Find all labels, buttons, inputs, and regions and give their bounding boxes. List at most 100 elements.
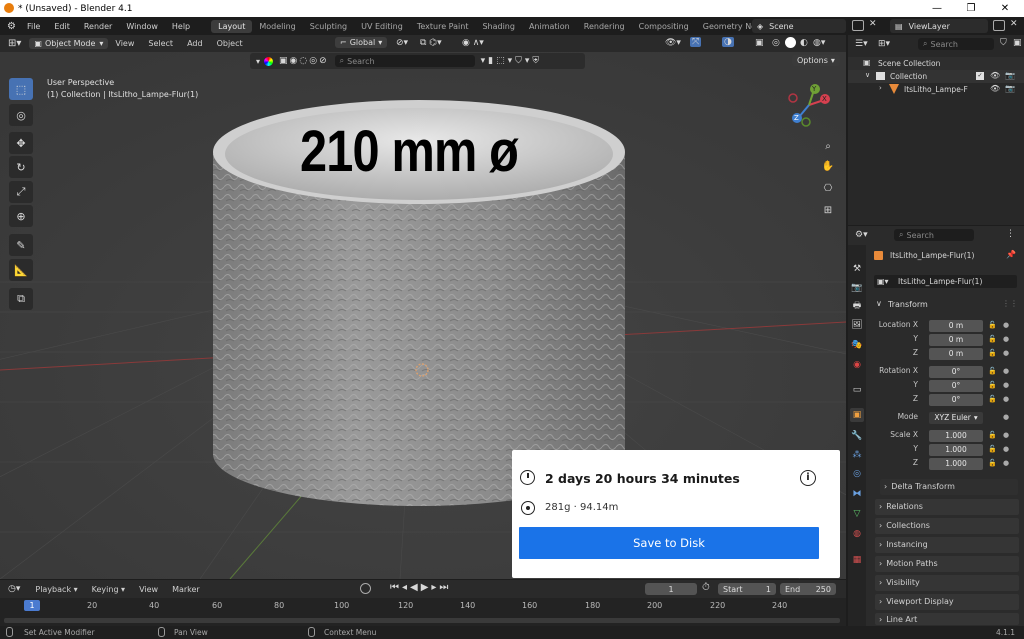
tab-texture-paint[interactable]: Texture Paint [410,20,476,33]
timeline-editor-icon[interactable]: ◷▾ [8,584,20,594]
object-mode-dropdown[interactable]: ▣ Object Mode ▾ [29,38,109,49]
camera-icon[interactable]: 📷 [1005,71,1015,80]
physics-tab-icon[interactable]: ◎ [850,467,864,481]
viewport-display-panel[interactable]: › Viewport Display [875,594,1019,610]
keyframe-dot-icon[interactable]: ● [1003,445,1009,453]
properties-editor-icon[interactable]: ⚙▾ [855,230,868,240]
tab-animation[interactable]: Animation [522,20,577,33]
expand-right-icon[interactable]: › [879,84,882,92]
keyframe-dot-icon[interactable]: ● [1003,459,1009,467]
keyframe-dot-icon[interactable]: ● [1003,321,1009,329]
filter-icons[interactable]: ▾▮⬚▾⛉▾⛨ [481,56,543,66]
editor-type-icon[interactable]: ⊞▾ [8,38,21,49]
motion-paths-panel[interactable]: › Motion Paths [875,556,1019,572]
delta-transform-subpanel[interactable]: › Delta Transform [880,479,1018,495]
scene-close-icon[interactable]: ✕ [869,19,877,29]
rotation-y-field[interactable]: 0° [929,380,983,392]
subheader-search-input[interactable]: ⌕ Search [334,55,475,67]
camera-view-button[interactable]: ⎔ [818,180,838,198]
menu-render[interactable]: Render [77,22,119,31]
record-icon[interactable] [360,583,371,594]
outliner-editor-icon[interactable]: ☰▾ [855,39,868,49]
outliner-row-collection[interactable]: ∨ Collection ✓ 👁 📷 [848,70,1024,83]
lock-icon[interactable]: 🔓 [988,381,997,390]
visibility-icon[interactable]: 👁▾ [665,38,681,48]
keyframe-dot-icon[interactable]: ● [1003,431,1009,439]
outliner-funnel-icon[interactable]: ⛉ [1000,38,1007,48]
transform-tool[interactable]: ⊕ [9,205,33,227]
scene-selector[interactable]: ◈ Scene [752,19,846,33]
viewlayer-selector[interactable]: ▤ ViewLayer [890,19,988,33]
zoom-view-button[interactable]: ⌕ [818,138,838,156]
save-to-disk-button[interactable]: Save to Disk [519,527,819,559]
stopwatch-icon[interactable]: ⏱ [702,582,710,593]
drag-handle-icon[interactable]: ⋮⋮ [1002,299,1018,308]
tool-tab-icon[interactable]: ⚒ [850,262,864,276]
shading-wireframe-icon[interactable]: ◎ [772,38,780,48]
minimize-button[interactable]: — [920,0,954,17]
checkbox-icon[interactable]: ✓ [976,72,984,80]
ortho-toggle-button[interactable]: ⊞ [818,202,838,220]
select-box-tool[interactable]: ⬚ [9,78,33,100]
outliner-search-input[interactable]: ⌕ Search [918,38,994,50]
instancing-panel[interactable]: › Instancing [875,537,1019,553]
scale-x-field[interactable]: 1.000 [929,430,983,442]
menu-object[interactable]: Object [210,39,250,48]
tab-shading[interactable]: Shading [475,20,522,33]
shading-solid-icon[interactable] [785,37,796,48]
blender-menu-icon[interactable]: ⚙ [7,21,16,32]
info-icon[interactable]: i [800,470,816,486]
constraints-tab-icon[interactable]: ⧓ [850,487,864,501]
color-wheel-icon[interactable] [264,56,274,66]
current-frame-field[interactable]: 1 [645,583,697,595]
move-tool[interactable]: ✥ [9,132,33,154]
menu-view[interactable]: View [108,39,141,48]
collections-panel[interactable]: › Collections [875,518,1019,534]
chevron-down-icon[interactable]: ▾ [256,57,260,66]
keyframe-dot-icon[interactable]: ● [1003,349,1009,357]
properties-search-input[interactable]: ⌕ Search [894,229,974,241]
outliner-new-collection-icon[interactable]: ▣ [1013,38,1022,48]
rotation-mode-dropdown[interactable]: XYZ Euler ▾ [929,412,983,424]
expand-down-icon[interactable]: ∨ [865,71,870,79]
start-frame-field[interactable]: Start 1 [718,583,776,595]
tab-uv-editing[interactable]: UV Editing [354,20,410,33]
shading-material-icon[interactable]: ◐ [800,38,808,48]
lock-icon[interactable]: 🔓 [988,445,997,454]
location-z-field[interactable]: 0 m [929,348,983,360]
render-tab-icon[interactable]: 📷 [850,281,864,295]
pan-view-button[interactable]: ✋ [818,158,838,176]
keyframe-dot-icon[interactable]: ● [1003,367,1009,375]
location-x-field[interactable]: 0 m [929,320,983,332]
menu-select[interactable]: Select [141,39,180,48]
menu-window[interactable]: Window [119,22,165,31]
pivot-icon[interactable]: ⊘▾ [396,38,408,48]
data-tab-icon[interactable]: ▽ [850,507,864,521]
orientation-dropdown[interactable]: ⌐ Global ▾ [335,37,388,48]
lock-icon[interactable]: 🔓 [988,431,997,440]
keyframe-dot-icon[interactable]: ● [1003,335,1009,343]
tab-layout[interactable]: Layout [211,19,253,33]
proportional-edit-icon[interactable]: ◉ ∧▾ [462,38,484,48]
pin-icon[interactable]: 📌 [1006,250,1016,259]
rotation-x-field[interactable]: 0° [929,366,983,378]
rotate-tool[interactable]: ↻ [9,156,33,178]
scene-copy-icon[interactable] [852,20,864,31]
cursor-tool[interactable]: ◎ [9,104,33,126]
object-name-field[interactable]: ▣▾ ItsLitho_Lampe-Flur(1) [874,275,1017,288]
eye-icon[interactable]: 👁 [990,84,1000,93]
lock-icon[interactable]: 🔓 [988,395,997,404]
material-tab-icon[interactable]: ◍ [850,527,864,541]
lock-icon[interactable]: 🔓 [988,321,997,330]
lock-icon[interactable]: 🔓 [988,367,997,376]
tab-rendering[interactable]: Rendering [577,20,632,33]
tab-sculpting[interactable]: Sculpting [303,20,354,33]
maximize-button[interactable]: ❐ [954,0,988,17]
keyframe-dot-icon[interactable]: ● [1003,395,1009,403]
camera-icon[interactable]: 📷 [1005,84,1015,93]
gizmo-toggle-icon[interactable]: ⤧ [690,37,702,47]
visibility-panel[interactable]: › Visibility [875,575,1019,591]
shading-rendered-icon[interactable]: ◍▾ [813,38,825,48]
outliner-filter-icon[interactable]: ⊞▾ [878,39,890,49]
output-tab-icon[interactable]: 🖶 [850,299,864,313]
